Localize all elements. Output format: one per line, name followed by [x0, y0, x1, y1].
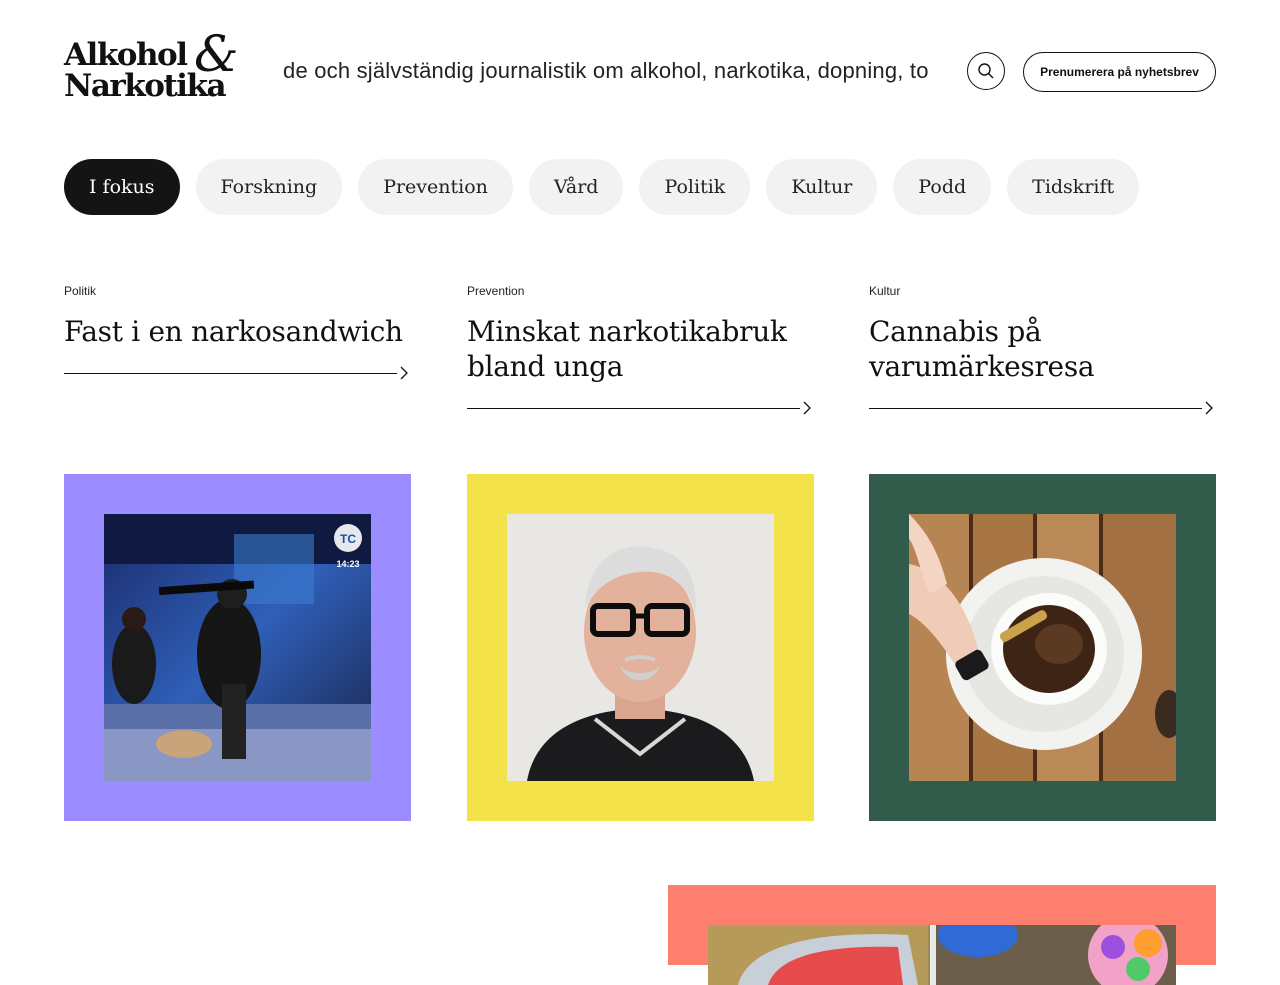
article-title[interactable]: Fast i en narkosandwich [64, 314, 411, 349]
channel-time-text: 14:23 [336, 559, 359, 569]
arrow-right-icon [1205, 401, 1213, 415]
article-category[interactable]: Kultur [869, 284, 1216, 300]
article-category[interactable]: Politik [64, 284, 411, 300]
article-image-frame[interactable] [869, 474, 1216, 821]
site-logo[interactable]: Alkohol & Narkotika [64, 29, 254, 108]
divider-line [64, 373, 397, 374]
article-link-arrow[interactable] [467, 401, 814, 415]
article-category[interactable]: Prevention [467, 284, 814, 300]
divider-line [869, 408, 1202, 409]
nav-pill-vard[interactable]: Vård [528, 159, 624, 215]
subscribe-newsletter-button[interactable]: Prenumerera på nyhetsbrev [1023, 52, 1216, 92]
logo-word-alkohol: Alkohol [64, 37, 188, 73]
tagline-ticker: Oberoende och självständig journalistik … [284, 52, 928, 92]
article-link-arrow[interactable] [64, 366, 411, 380]
nav-pill-i-fokus[interactable]: I fokus [64, 159, 180, 215]
category-nav: I fokus Forskning Prevention Vård Politi… [64, 159, 1140, 215]
article-image-frame[interactable] [467, 474, 814, 821]
article-card: Politik Fast i en narkosandwich [64, 284, 411, 380]
article-image-frame[interactable]: TC 14:23 [64, 474, 411, 821]
coffee-cbd-photo[interactable] [909, 514, 1176, 781]
nav-pill-tidskrift[interactable]: Tidskrift [1007, 159, 1140, 215]
article-link-arrow[interactable] [869, 401, 1216, 415]
article-title[interactable]: Cannabis på varumärkesresa [869, 314, 1216, 384]
channel-logo-text: TC [340, 532, 356, 546]
article-card: Prevention Minskat narkotikabruk bland u… [467, 284, 814, 415]
article-title[interactable]: Minskat narkotikabruk bland unga [467, 314, 814, 384]
article-card: Kultur Cannabis på varumärkesresa [869, 284, 1216, 415]
logo-word-narkotika: Narkotika [64, 68, 227, 104]
arrow-right-icon [803, 401, 811, 415]
search-button[interactable] [967, 52, 1005, 90]
nav-pill-politik[interactable]: Politik [639, 159, 751, 215]
nav-pill-prevention[interactable]: Prevention [358, 159, 513, 215]
nav-pill-kultur[interactable]: Kultur [766, 159, 878, 215]
search-icon [978, 63, 994, 79]
nav-pill-forskning[interactable]: Forskning [195, 159, 343, 215]
tv-studio-photo[interactable]: TC 14:23 [104, 514, 371, 781]
nav-pill-podd[interactable]: Podd [893, 159, 992, 215]
feature-photo[interactable] [708, 925, 1176, 985]
tagline-text: Oberoende och självständig journalistik … [284, 58, 928, 83]
portrait-photo[interactable] [507, 514, 774, 781]
arrow-right-icon [400, 366, 408, 380]
divider-line [467, 408, 800, 409]
feature-image-frame[interactable] [668, 885, 1216, 985]
